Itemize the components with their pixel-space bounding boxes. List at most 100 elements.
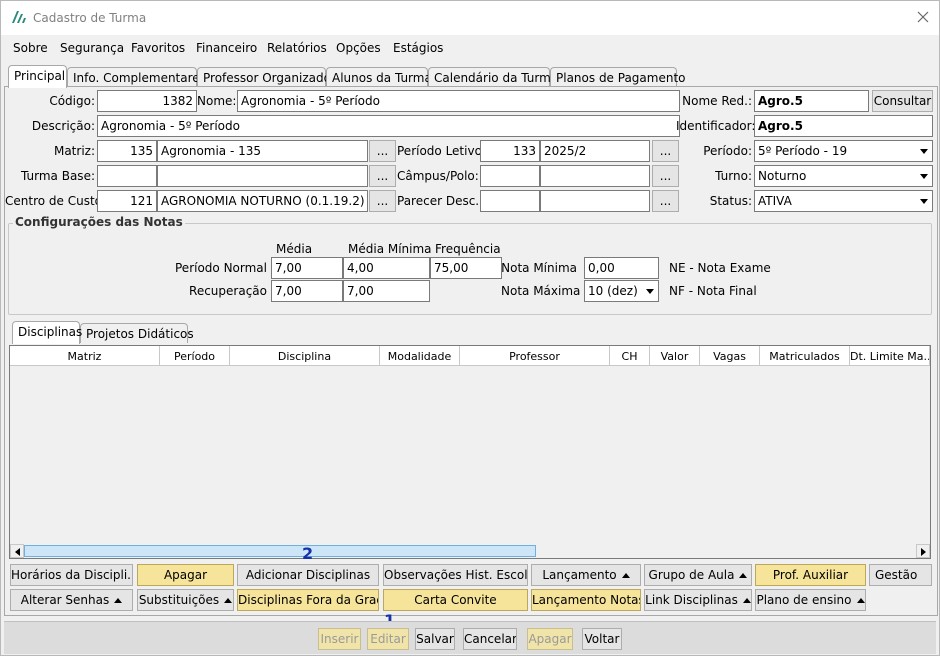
editar-button[interactable]: Editar [367,628,409,650]
nome-field[interactable]: Agronomia - 5º Período [237,90,680,112]
lancamento-button[interactable]: Lançamento [531,564,641,586]
prof-auxiliar-button[interactable]: Prof. Auxiliar [755,564,866,586]
pn-frequencia-field[interactable]: 75,00 [430,257,502,279]
tab-info-complementares[interactable]: Info. Complementares [67,67,206,87]
chevron-up-icon [621,573,630,578]
matriz-name-field[interactable]: Agronomia - 135 [157,140,368,162]
col-matriz[interactable]: Matriz [10,346,160,366]
lancamento-notas-button[interactable]: Lançamento Notas [531,589,641,611]
menu-seguranca[interactable]: Segurança [60,41,124,55]
centro-custo-lookup-button[interactable]: ... [369,190,396,212]
marker-2: 2 [302,544,314,563]
inserir-button[interactable]: Inserir [318,628,361,650]
tab-disciplinas[interactable]: Disciplinas [12,321,82,344]
parecer-name-field[interactable] [540,190,650,212]
pn-media-minima-field[interactable]: 4,00 [343,257,430,279]
col-dt-limite[interactable]: Dt. Limite Ma... [850,346,930,366]
adicionar-disciplinas-button[interactable]: Adicionar Disciplinas [237,564,379,586]
col-matriculados[interactable]: Matriculados [760,346,850,366]
ne-legend: NE - Nota Exame [669,261,771,275]
chevron-up-icon [856,598,865,603]
menu-opcoes[interactable]: Opções [336,41,381,55]
tab-alunos-da-turma[interactable]: Alunos da Turma [326,67,432,87]
menu-estagios[interactable]: Estágios [393,41,443,55]
disciplinas-fora-grade-button[interactable]: Disciplinas Fora da Grade [237,589,379,611]
periodo-letivo-code-field[interactable]: 133 [480,140,540,162]
apagar-button[interactable]: Apagar [527,628,573,650]
nome-red-label: Nome Red.: [682,94,752,108]
col-modalidade[interactable]: Modalidade [380,346,460,366]
scroll-right-icon[interactable] [916,544,930,558]
chevron-up-icon [224,598,233,603]
horarios-disciplina-button[interactable]: Horários da Discipli... [10,564,133,586]
nota-minima-label: Nota Mínima [501,261,577,275]
identificador-field[interactable]: Agro.5 [754,115,933,137]
periodo-letivo-lookup-button[interactable]: ... [652,140,679,162]
status-select[interactable]: ATIVA [754,190,933,212]
pn-media-field[interactable]: 7,00 [271,257,343,279]
nota-minima-field[interactable]: 0,00 [584,257,659,279]
descricao-field[interactable]: Agronomia - 5º Período [97,115,680,137]
observacoes-hist-escolar-button[interactable]: Observações Hist. Escolar [383,564,528,586]
menu-relatorios[interactable]: Relatórios [267,41,327,55]
nf-legend: NF - Nota Final [669,284,757,298]
window: Cadastro de Turma Sobre Segurança Favori… [0,0,940,656]
close-icon[interactable] [915,9,931,25]
col-valor[interactable]: Valor [650,346,700,366]
periodo-letivo-name-field[interactable]: 2025/2 [540,140,650,162]
rec-media-field[interactable]: 7,00 [271,280,343,302]
nota-maxima-select[interactable]: 10 (dez) [584,280,659,302]
turma-base-name-field[interactable] [157,165,368,187]
campus-lookup-button[interactable]: ... [652,165,679,187]
apagar-disciplina-button[interactable]: Apagar [137,564,234,586]
col-ch[interactable]: CH [610,346,650,366]
col-periodo[interactable]: Período [160,346,230,366]
substituicoes-button[interactable]: Substituições [137,589,234,611]
matriz-code-field[interactable]: 135 [97,140,157,162]
salvar-button[interactable]: Salvar [415,628,455,650]
campus-name-field[interactable] [540,165,650,187]
tab-principal[interactable]: Principal [8,65,67,88]
consultar-button[interactable]: Consultar [872,90,933,112]
codigo-field[interactable]: 1382 [97,90,197,112]
matriz-label: Matriz: [53,144,95,158]
status-label: Status: [709,194,752,208]
tab-professor-organizador[interactable]: Professor Organizador [197,67,336,87]
menu-financeiro[interactable]: Financeiro [196,41,257,55]
scroll-left-icon[interactable] [10,544,24,558]
tab-planos-de-pagamento[interactable]: Planos de Pagamento [550,67,686,87]
turno-select-value: Noturno [758,169,807,183]
matriz-lookup-button[interactable]: ... [369,140,396,162]
gestao-button[interactable]: Gestão [869,564,932,586]
campus-code-field[interactable] [480,165,540,187]
rec-media-minima-field[interactable]: 7,00 [343,280,430,302]
voltar-button[interactable]: Voltar [582,628,622,650]
cancelar-button[interactable]: Cancelar [463,628,517,650]
alterar-senhas-button[interactable]: Alterar Senhas [10,589,133,611]
horizontal-scrollbar[interactable] [10,544,930,558]
centro-custo-code-field[interactable]: 121 [97,190,157,212]
col-vagas[interactable]: Vagas [700,346,760,366]
scroll-thumb[interactable] [24,545,536,557]
centro-custo-name-field[interactable]: AGRONOMIA NOTURNO (0.1.19.2) [157,190,368,212]
carta-convite-button[interactable]: Carta Convite [383,589,528,611]
parecer-lookup-button[interactable]: ... [652,190,679,212]
tab-projetos-didaticos[interactable]: Projetos Didáticos [80,323,194,343]
turno-select[interactable]: Noturno [754,165,933,187]
menu-sobre[interactable]: Sobre [13,41,48,55]
parecer-code-field[interactable] [480,190,540,212]
grupo-de-aula-button[interactable]: Grupo de Aula [644,564,752,586]
turma-base-lookup-button[interactable]: ... [369,165,396,187]
menu-favoritos[interactable]: Favoritos [131,41,185,55]
plano-de-ensino-button[interactable]: Plano de ensino [755,589,866,611]
chevron-down-icon [920,149,928,154]
link-disciplinas-button[interactable]: Link Disciplinas [644,589,752,611]
nome-red-field[interactable]: Agro.5 [754,90,869,112]
col-disciplina[interactable]: Disciplina [230,346,380,366]
periodo-select[interactable]: 5º Período - 19 [754,140,933,162]
periodo-normal-label: Período Normal [175,261,267,275]
campus-label: Câmpus/Polo: [397,169,479,183]
col-professor[interactable]: Professor [460,346,610,366]
tab-calendario-da-turma[interactable]: Calendário da Turma [428,67,558,87]
turma-base-code-field[interactable] [97,165,157,187]
